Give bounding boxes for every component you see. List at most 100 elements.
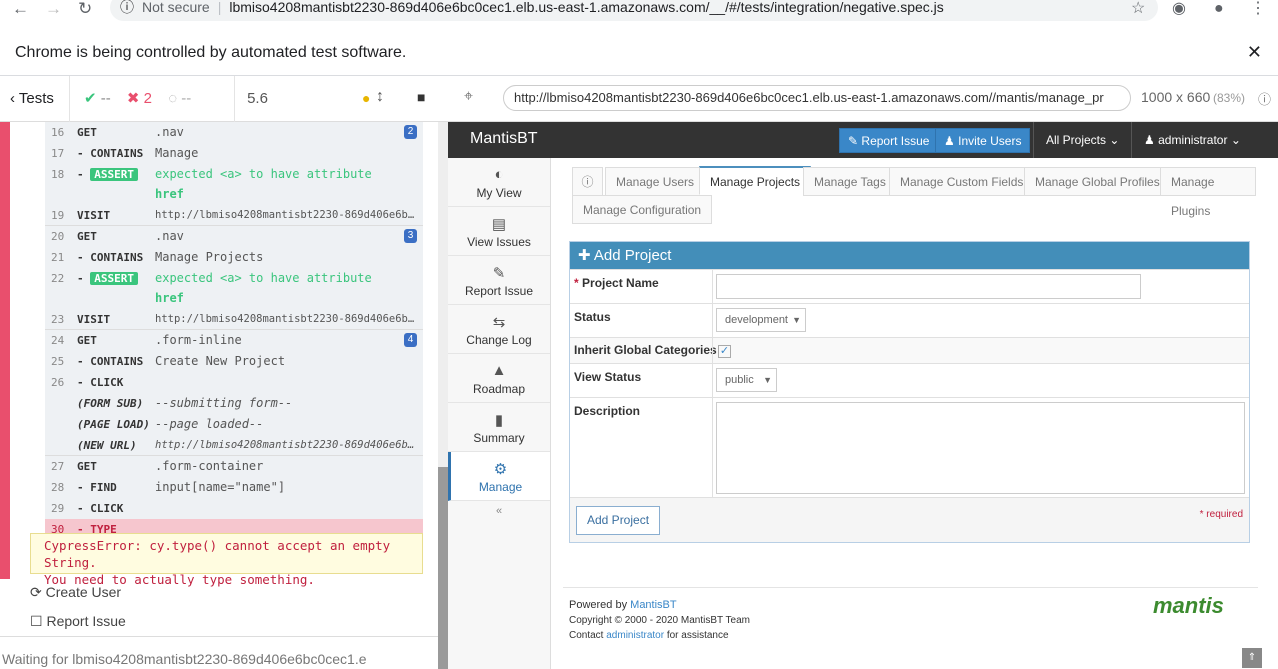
row-view-status: View Status public ▼ <box>570 363 1249 397</box>
menu-icon[interactable]: ⋮ <box>1250 0 1266 18</box>
back-icon[interactable]: ← <box>12 0 29 18</box>
admin-link[interactable]: administrator <box>606 630 664 641</box>
tab-manage-custom-fields[interactable]: Manage Custom Fields <box>889 167 1035 196</box>
command-row[interactable]: 23 VISIT http://lbmiso4208mantisbt2230-869… <box>45 309 423 330</box>
stop-icon[interactable]: ■ <box>417 89 425 105</box>
user-icon: ♟ <box>1144 133 1155 147</box>
tests-button[interactable]: ‹ Tests <box>0 76 70 122</box>
automation-infobar: Chrome is being controlled by automated … <box>0 32 1278 76</box>
scroll-top-icon[interactable]: ⇑ <box>1242 648 1262 668</box>
command-row[interactable]: 22 - ASSERT expected <a> to have attribute… <box>45 268 423 309</box>
scrollbar[interactable] <box>438 122 448 669</box>
command-row[interactable]: 17 - CONTAINS Manage <box>45 143 423 164</box>
command-row[interactable]: 26 - CLICK <box>45 372 423 393</box>
assert-badge: ASSERT <box>90 168 138 181</box>
command-row[interactable]: 25 - CONTAINS Create New Project <box>45 351 423 372</box>
command-number: 26 <box>51 376 65 389</box>
tab-manage-tags[interactable]: Manage Tags <box>803 167 897 196</box>
test-title: Create User <box>45 584 122 600</box>
tab-manage-plugins[interactable]: Manage Plugins <box>1160 167 1256 218</box>
stats: ✔ -- ✖ 2 ◌ -- <box>70 76 235 122</box>
selector-playground-icon[interactable]: ⌖ <box>464 88 473 106</box>
project-name-input[interactable] <box>716 274 1141 299</box>
extension-icon[interactable]: ◉ <box>1172 0 1186 18</box>
command-row[interactable]: 20 GET .nav 3 <box>45 226 423 247</box>
command-row[interactable]: (PAGE LOAD) --page loaded-- <box>45 414 423 435</box>
command-name: GET <box>77 126 97 139</box>
command-row[interactable]: 24 GET .form-inline 4 <box>45 330 423 351</box>
mantisbt-link[interactable]: MantisBT <box>630 599 676 611</box>
footer: Powered by MantisBT Copyright © 2000 - 2… <box>569 588 1259 643</box>
info-icon[interactable]: ⓘ <box>120 0 134 15</box>
command-row[interactable]: 28 - FIND input[name="name"] <box>45 477 423 498</box>
tab-manage-projects[interactable]: Manage Projects <box>699 166 812 195</box>
user-menu[interactable]: ♟ administrator ⌄ <box>1131 122 1253 158</box>
sidebar-item-label: Summary <box>473 431 525 445</box>
tab-manage-configuration[interactable]: Manage Configuration <box>572 195 713 224</box>
sidebar-item-summary[interactable]: ▮ Summary <box>448 403 550 452</box>
command-row[interactable]: 19 VISIT http://lbmiso4208mantisbt2230-869… <box>45 205 423 226</box>
url-text: lbmiso4208mantisbt2230-869d406e6bc0cec1.… <box>229 0 944 15</box>
status-label: Status <box>574 310 611 324</box>
tab-manage-users[interactable]: Manage Users <box>605 167 706 196</box>
command-row[interactable]: 29 - CLICK <box>45 498 423 519</box>
sidebar-item-change-log[interactable]: ⇆ Change Log <box>448 305 550 354</box>
chevron-down-icon: ⌄ <box>1109 133 1120 147</box>
report-issue-button[interactable]: ✎ Report Issue <box>839 128 939 153</box>
brand[interactable]: MantisBT <box>470 130 538 148</box>
command-row[interactable]: 27 GET .form-container <box>45 456 423 477</box>
info-icon[interactable]: ⓘ <box>572 167 603 196</box>
command-number: 22 <box>51 272 65 285</box>
command-message: .nav <box>155 229 184 243</box>
scrollbar-thumb[interactable] <box>438 467 448 669</box>
collapse-sidebar-icon[interactable]: « <box>448 501 550 517</box>
inherit-checkbox[interactable]: ✓ <box>718 345 731 358</box>
command-row[interactable]: (FORM SUB) --submitting form-- <box>45 393 423 414</box>
command-message: Manage Projects <box>155 250 264 264</box>
add-project-button[interactable]: Add Project <box>576 506 661 535</box>
close-icon[interactable]: ✕ <box>1247 42 1262 63</box>
add-project-panel: ✚ Add Project * Project Name Status deve… <box>569 241 1250 543</box>
command-name: - CONTAINS <box>77 147 144 160</box>
sidebar-item-view-issues[interactable]: ▤ View Issues <box>448 207 550 256</box>
command-name: - FIND <box>77 481 117 494</box>
row-actions: Add Project * required <box>570 497 1249 542</box>
url-field[interactable]: ⓘ Not secure | lbmiso4208mantisbt2230-869d4… <box>110 0 1158 21</box>
command-name: - ASSERT <box>77 164 157 185</box>
command-row[interactable]: (NEW URL) http://lbmiso4208mantisbt2230-8… <box>45 435 423 456</box>
sidebar-item-label: Change Log <box>466 333 532 347</box>
report-issue-label: Report Issue <box>861 134 930 148</box>
sidebar-item-my-view[interactable]: ◐ My View <box>448 158 550 207</box>
test-create-user[interactable]: ⟳ Create User <box>30 584 121 601</box>
view-status-select[interactable]: public ▼ <box>716 368 777 392</box>
command-row[interactable]: 21 - CONTAINS Manage Projects <box>45 247 423 268</box>
project-selector[interactable]: All Projects ⌄ <box>1033 122 1131 158</box>
description-textarea[interactable] <box>716 402 1245 494</box>
star-icon[interactable]: ☆ <box>1131 0 1145 18</box>
command-number: 16 <box>51 126 65 139</box>
command-list: 16 GET .nav 2 17- CONTAINS Manage 18- ASSERT ex… <box>45 122 423 540</box>
tab-manage-global-profiles[interactable]: Manage Global Profiles <box>1024 167 1171 196</box>
command-row[interactable]: 16 GET .nav 2 <box>45 122 423 143</box>
sidebar-item-manage[interactable]: ⚙ Manage <box>448 452 550 501</box>
command-row[interactable]: 18 - ASSERT expected <a> to have attribute… <box>45 164 423 205</box>
reload-icon[interactable]: ↻ <box>78 0 92 18</box>
resize-icon[interactable]: ↕ <box>376 88 384 106</box>
command-number: 17 <box>51 147 65 160</box>
status-select[interactable]: development ▼ <box>716 308 806 332</box>
sidebar-item-report-issue[interactable]: ✎ Report Issue <box>448 256 550 305</box>
aut-url-field: http://lbmiso4208mantisbt2230-869d406e6b… <box>503 85 1131 111</box>
test-report-issue[interactable]: ☐ Report Issue <box>30 613 126 630</box>
check-icon: ✔ <box>84 90 97 107</box>
error-message[interactable]: CypressError: cy.type() cannot accept an… <box>30 533 423 587</box>
command-message: Create New Project <box>155 354 286 368</box>
invite-users-button[interactable]: ♟ Invite Users <box>935 128 1031 153</box>
sidebar-item-roadmap[interactable]: ▲ Roadmap <box>448 354 550 403</box>
viewport-size: 1000 x 660 <box>1141 89 1211 105</box>
forward-icon[interactable]: → <box>45 0 62 18</box>
profile-icon[interactable]: ● <box>1214 0 1224 18</box>
command-message: .form-inline <box>155 333 242 347</box>
pending-count: -- <box>181 90 192 107</box>
failed-test-bar <box>0 122 10 579</box>
info-icon[interactable]: ⓘ <box>1258 89 1271 108</box>
